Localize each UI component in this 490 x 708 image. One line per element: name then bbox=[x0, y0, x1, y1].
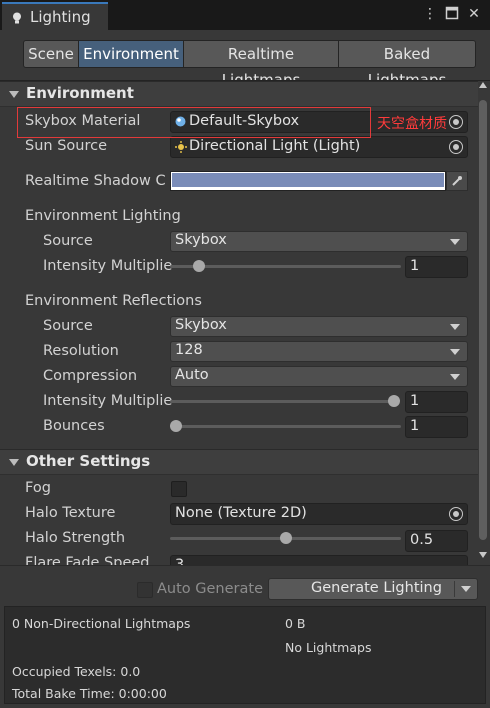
flare-fade-speed-label: Flare Fade Speed bbox=[25, 555, 150, 565]
non-directional-lightmaps-count: 0 Non-Directional Lightmaps bbox=[12, 616, 191, 631]
lighting-intensity-slider[interactable] bbox=[170, 256, 401, 278]
realtime-shadow-color-label: Realtime Shadow C bbox=[25, 173, 166, 189]
window-title: Lighting bbox=[30, 8, 91, 26]
chevron-down-icon bbox=[450, 374, 460, 380]
scrollbar-thumb[interactable] bbox=[479, 100, 487, 540]
slider-knob[interactable] bbox=[170, 420, 182, 432]
slider-knob[interactable] bbox=[279, 532, 292, 544]
lighting-intensity-label: Intensity Multiplie bbox=[43, 258, 173, 274]
resolution-label: Resolution bbox=[43, 343, 119, 359]
tab-environment[interactable]: Environment bbox=[78, 40, 184, 68]
fog-label: Fog bbox=[25, 480, 51, 496]
settings-scroll-area[interactable]: Environment Skybox Material Default-Skyb… bbox=[0, 80, 490, 565]
chevron-down-icon bbox=[450, 239, 460, 245]
button-separator bbox=[454, 581, 455, 597]
halo-strength-input[interactable]: 0.5 bbox=[405, 530, 468, 552]
halo-strength-label: Halo Strength bbox=[25, 530, 126, 546]
lighting-source-label: Source bbox=[43, 233, 93, 249]
other-settings-header-label: Other Settings bbox=[26, 452, 151, 470]
vertical-scrollbar[interactable] bbox=[478, 82, 488, 558]
chevron-down-icon bbox=[450, 349, 460, 355]
reflection-source-dropdown[interactable]: Skybox bbox=[170, 316, 468, 337]
tab-realtime-lightmaps[interactable]: Realtime Lightmaps bbox=[183, 40, 339, 89]
bottom-toolbar: Auto Generate Generate Lighting bbox=[0, 565, 490, 606]
sun-source-field[interactable]: Directional Light (Light) bbox=[170, 136, 468, 158]
fog-checkbox[interactable] bbox=[171, 481, 187, 497]
more-options-icon[interactable]: ⋮ bbox=[422, 6, 438, 22]
other-settings-section-header[interactable]: Other Settings bbox=[0, 449, 478, 475]
foldout-arrow-icon bbox=[9, 459, 19, 466]
bounces-label: Bounces bbox=[43, 418, 105, 434]
chevron-down-icon bbox=[450, 324, 460, 330]
shadow-color-swatch bbox=[172, 173, 444, 187]
bounces-input[interactable]: 1 bbox=[405, 416, 468, 438]
sun-source-label: Sun Source bbox=[25, 138, 107, 154]
lighting-intensity-input[interactable]: 1 bbox=[405, 256, 468, 278]
mode-tabs: Scene Environment Realtime Lightmaps Bak… bbox=[23, 40, 476, 89]
close-icon[interactable]: ✕ bbox=[466, 6, 482, 22]
bounces-value: 1 bbox=[410, 418, 420, 434]
halo-strength-value: 0.5 bbox=[410, 532, 434, 548]
annotation-highlight-box bbox=[17, 107, 371, 138]
shadow-color-field[interactable] bbox=[170, 171, 446, 191]
lightmap-stats-panel: 0 Non-Directional Lightmaps 0 B No Light… bbox=[4, 606, 486, 704]
lighting-tab[interactable]: Lighting bbox=[2, 2, 108, 30]
object-picker-icon[interactable] bbox=[449, 507, 463, 521]
reflection-intensity-label: Intensity Multiplie bbox=[43, 393, 173, 409]
lightmap-size: 0 B bbox=[285, 616, 306, 631]
maximize-icon[interactable] bbox=[444, 6, 460, 22]
environment-section-header[interactable]: Environment bbox=[0, 81, 478, 107]
generate-lighting-button[interactable]: Generate Lighting bbox=[268, 578, 478, 600]
compression-label: Compression bbox=[43, 368, 138, 384]
compression-value: Auto bbox=[175, 367, 209, 383]
environment-lighting-header: Environment Lighting bbox=[25, 208, 181, 224]
light-icon bbox=[175, 141, 187, 153]
resolution-dropdown[interactable]: 128 bbox=[170, 341, 468, 362]
environment-reflections-header: Environment Reflections bbox=[25, 293, 202, 309]
flare-fade-speed-input[interactable]: 3 bbox=[170, 555, 468, 565]
reflection-intensity-value: 1 bbox=[410, 393, 420, 409]
flare-fade-speed-value: 3 bbox=[175, 557, 185, 565]
scroll-down-icon[interactable] bbox=[479, 552, 487, 558]
compression-dropdown[interactable]: Auto bbox=[170, 366, 468, 387]
tab-baked-lightmaps[interactable]: Baked Lightmaps bbox=[338, 40, 476, 89]
lighting-intensity-value: 1 bbox=[410, 258, 420, 274]
chevron-down-icon[interactable] bbox=[461, 586, 471, 592]
halo-texture-value: None (Texture 2D) bbox=[175, 505, 307, 521]
title-bar: Lighting ⋮ ✕ bbox=[0, 0, 490, 30]
sun-source-value: Directional Light (Light) bbox=[189, 138, 361, 154]
generate-lighting-label: Generate Lighting bbox=[311, 580, 442, 596]
object-picker-icon[interactable] bbox=[449, 115, 463, 129]
slider-knob[interactable] bbox=[192, 260, 205, 272]
annotation-label: 天空盒材质 bbox=[377, 116, 447, 132]
reflection-intensity-slider[interactable] bbox=[170, 391, 400, 413]
occupied-texels: Occupied Texels: 0.0 bbox=[12, 664, 141, 679]
reflection-source-label: Source bbox=[43, 318, 93, 334]
slider-track bbox=[170, 425, 401, 428]
slider-track bbox=[170, 400, 394, 403]
no-lightmaps-text: No Lightmaps bbox=[285, 640, 372, 655]
lightbulb-icon bbox=[13, 12, 21, 24]
bounces-slider[interactable] bbox=[170, 416, 401, 438]
object-picker-icon[interactable] bbox=[449, 140, 463, 154]
foldout-arrow-icon bbox=[9, 91, 19, 98]
lighting-source-dropdown[interactable]: Skybox bbox=[170, 231, 468, 252]
reflection-intensity-input[interactable]: 1 bbox=[405, 391, 468, 413]
tab-scene[interactable]: Scene bbox=[23, 40, 79, 68]
environment-header-label: Environment bbox=[26, 84, 134, 102]
lighting-window: Lighting ⋮ ✕ Scene Environment Realtime … bbox=[0, 0, 490, 708]
halo-texture-field[interactable]: None (Texture 2D) bbox=[170, 503, 468, 525]
slider-knob[interactable] bbox=[388, 395, 400, 407]
halo-texture-label: Halo Texture bbox=[25, 505, 116, 521]
eyedropper-icon bbox=[452, 176, 462, 186]
eyedropper-button[interactable] bbox=[446, 171, 468, 191]
auto-generate-checkbox[interactable] bbox=[137, 582, 153, 598]
reflection-source-value: Skybox bbox=[175, 317, 227, 333]
scroll-up-icon[interactable] bbox=[479, 82, 487, 88]
resolution-value: 128 bbox=[175, 342, 203, 358]
halo-strength-slider[interactable] bbox=[170, 528, 401, 550]
lighting-source-value: Skybox bbox=[175, 232, 227, 248]
total-bake-time: Total Bake Time: 0:00:00 bbox=[12, 686, 167, 701]
auto-generate-label: Auto Generate bbox=[157, 581, 263, 597]
